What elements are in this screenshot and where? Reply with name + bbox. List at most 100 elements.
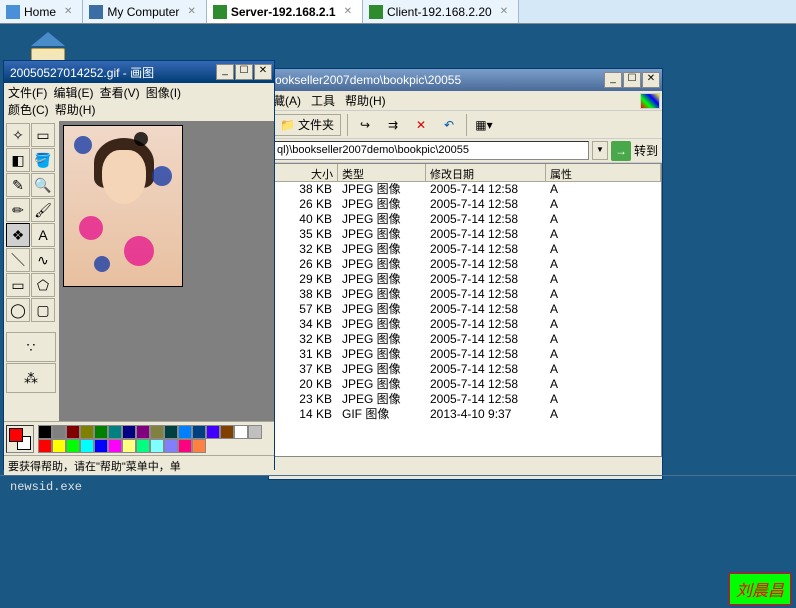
close-icon[interactable]: ✕ — [187, 6, 195, 17]
tab-home[interactable]: Home✕ — [0, 0, 83, 23]
copy-to-icon[interactable]: ⇉ — [382, 114, 404, 136]
views-icon[interactable]: ▦▾ — [473, 114, 495, 136]
menu-file[interactable]: 文件(F) — [8, 86, 47, 100]
current-colors[interactable] — [6, 425, 34, 453]
color-swatch[interactable] — [220, 425, 234, 439]
table-row[interactable]: 23 KBJPEG 图像2005-7-14 12:58A — [270, 392, 661, 407]
col-type[interactable]: 类型 — [338, 164, 426, 181]
color-swatch[interactable] — [66, 439, 80, 453]
menu-help[interactable]: 帮助(H) — [55, 103, 96, 117]
color-swatch[interactable] — [136, 439, 150, 453]
address-input[interactable]: ql)\bookseller2007demo\bookpic\20055 — [273, 141, 589, 160]
color-swatch[interactable] — [192, 439, 206, 453]
color-swatch[interactable] — [108, 425, 122, 439]
table-row[interactable]: 31 KBJPEG 图像2005-7-14 12:58A — [270, 347, 661, 362]
color-swatch[interactable] — [150, 439, 164, 453]
pencil-icon[interactable]: ✏ — [6, 198, 30, 222]
color-swatch[interactable] — [248, 425, 262, 439]
menu-edit[interactable]: 编辑(E) — [53, 86, 93, 100]
color-swatch[interactable] — [234, 425, 248, 439]
polygon-icon[interactable]: ⬠ — [31, 273, 55, 297]
ellipse-icon[interactable]: ◯ — [6, 298, 30, 322]
color-swatch[interactable] — [150, 425, 164, 439]
undo-icon[interactable]: ↶ — [438, 114, 460, 136]
table-row[interactable]: 32 KBJPEG 图像2005-7-14 12:58A — [270, 242, 661, 257]
col-size[interactable]: 大小 — [270, 164, 338, 181]
menu-tools[interactable]: 工具 — [311, 92, 335, 109]
magnifier-icon[interactable]: 🔍 — [31, 173, 55, 197]
rounded-rect-icon[interactable]: ▢ — [31, 298, 55, 322]
table-row[interactable]: 32 KBJPEG 图像2005-7-14 12:58A — [270, 332, 661, 347]
col-modified[interactable]: 修改日期 — [426, 164, 546, 181]
line-icon[interactable]: ＼ — [6, 248, 30, 272]
table-row[interactable]: 14 KBGIF 图像2013-4-10 9:37A — [270, 407, 661, 422]
menu-help[interactable]: 帮助(H) — [345, 92, 386, 109]
color-swatch[interactable] — [52, 439, 66, 453]
tab-server[interactable]: Server-192.168.2.1✕ — [207, 0, 363, 23]
move-to-icon[interactable]: ↪ — [354, 114, 376, 136]
table-row[interactable]: 40 KBJPEG 图像2005-7-14 12:58A — [270, 212, 661, 227]
rectangle-icon[interactable]: ▭ — [6, 273, 30, 297]
rect-select-icon[interactable]: ▭ — [31, 123, 55, 147]
color-swatch[interactable] — [80, 425, 94, 439]
minimize-button[interactable]: _ — [216, 64, 234, 80]
explorer-titlebar[interactable]: ookseller2007demo\bookpic\20055 _ ☐ ✕ — [269, 69, 662, 91]
color-swatch[interactable] — [94, 439, 108, 453]
color-swatch[interactable] — [206, 425, 220, 439]
color-swatch[interactable] — [52, 425, 66, 439]
color-swatch[interactable] — [164, 425, 178, 439]
table-row[interactable]: 38 KBJPEG 图像2005-7-14 12:58A — [270, 182, 661, 197]
col-attributes[interactable]: 属性 — [546, 164, 661, 181]
table-row[interactable]: 26 KBJPEG 图像2005-7-14 12:58A — [270, 257, 661, 272]
color-swatch[interactable] — [178, 425, 192, 439]
eraser-icon[interactable]: ◧ — [6, 148, 30, 172]
file-list[interactable]: 大小 类型 修改日期 属性 38 KBJPEG 图像2005-7-14 12:5… — [269, 163, 662, 457]
table-row[interactable]: 34 KBJPEG 图像2005-7-14 12:58A — [270, 317, 661, 332]
color-swatch[interactable] — [38, 425, 52, 439]
color-swatch[interactable] — [80, 439, 94, 453]
maximize-button[interactable]: ☐ — [235, 64, 253, 80]
menu-favorites[interactable]: 藏(A) — [273, 92, 301, 109]
brush-icon[interactable]: 🖌 — [31, 198, 55, 222]
color-swatch[interactable] — [136, 425, 150, 439]
table-row[interactable]: 26 KBJPEG 图像2005-7-14 12:58A — [270, 197, 661, 212]
color-swatch[interactable] — [38, 439, 52, 453]
maximize-button[interactable]: ☐ — [623, 72, 641, 88]
close-button[interactable]: ✕ — [254, 64, 272, 80]
eyedropper-icon[interactable]: ✎ — [6, 173, 30, 197]
color-swatch[interactable] — [108, 439, 122, 453]
airbrush-icon[interactable]: ❖ — [6, 223, 30, 247]
table-row[interactable]: 38 KBJPEG 图像2005-7-14 12:58A — [270, 287, 661, 302]
airbrush-size-large-icon[interactable]: ⁂ — [6, 363, 56, 393]
table-row[interactable]: 57 KBJPEG 图像2005-7-14 12:58A — [270, 302, 661, 317]
close-icon[interactable]: ✕ — [344, 6, 352, 17]
paint-titlebar[interactable]: 20050527014252.gif - 画图 _ ☐ ✕ — [4, 61, 274, 83]
fill-icon[interactable]: 🪣 — [31, 148, 55, 172]
table-row[interactable]: 29 KBJPEG 图像2005-7-14 12:58A — [270, 272, 661, 287]
table-row[interactable]: 37 KBJPEG 图像2005-7-14 12:58A — [270, 362, 661, 377]
table-row[interactable]: 20 KBJPEG 图像2005-7-14 12:58A — [270, 377, 661, 392]
color-swatch[interactable] — [94, 425, 108, 439]
text-icon[interactable]: A — [31, 223, 55, 247]
tab-my-computer[interactable]: My Computer✕ — [83, 0, 206, 23]
color-swatch[interactable] — [178, 439, 192, 453]
freeform-select-icon[interactable]: ✧ — [6, 123, 30, 147]
go-button[interactable]: → — [611, 141, 631, 161]
delete-icon[interactable]: ✕ — [410, 114, 432, 136]
menu-color[interactable]: 颜色(C) — [8, 103, 49, 117]
color-swatch[interactable] — [122, 439, 136, 453]
curve-icon[interactable]: ∿ — [31, 248, 55, 272]
close-icon[interactable]: ✕ — [500, 6, 508, 17]
color-swatch[interactable] — [122, 425, 136, 439]
color-swatch[interactable] — [164, 439, 178, 453]
address-dropdown-icon[interactable]: ▼ — [592, 141, 608, 160]
menu-view[interactable]: 查看(V) — [100, 86, 140, 100]
minimize-button[interactable]: _ — [604, 72, 622, 88]
folders-button[interactable]: 📁文件夹 — [273, 114, 341, 136]
close-button[interactable]: ✕ — [642, 72, 660, 88]
table-row[interactable]: 35 KBJPEG 图像2005-7-14 12:58A — [270, 227, 661, 242]
close-icon[interactable]: ✕ — [64, 6, 72, 17]
paint-canvas[interactable] — [63, 125, 183, 287]
airbrush-size-small-icon[interactable]: ∵ — [6, 332, 56, 362]
tab-client[interactable]: Client-192.168.2.20✕ — [363, 0, 519, 23]
